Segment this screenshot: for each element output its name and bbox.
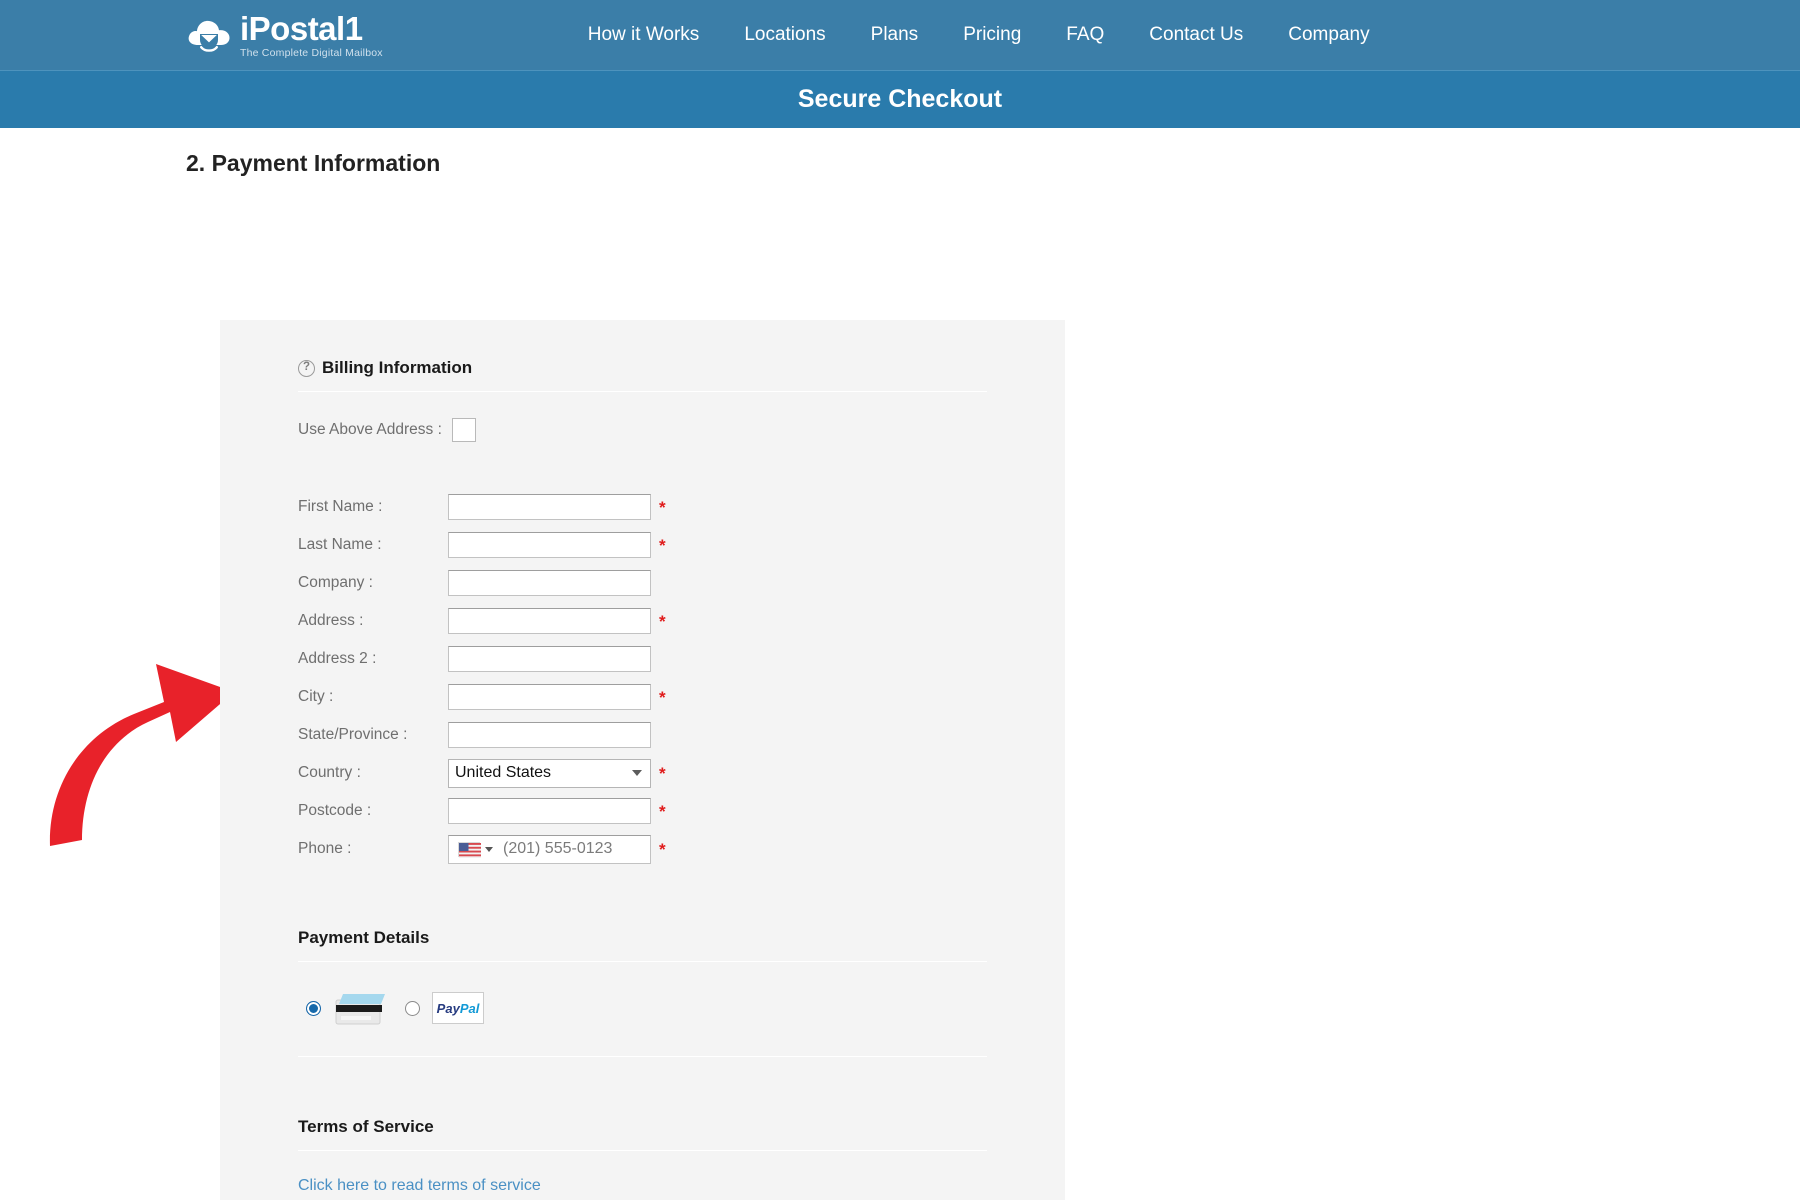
payment-method-paypal-radio[interactable] [405, 1000, 420, 1016]
phone-required-marker: * [659, 839, 666, 859]
phone-input-group: (201) 555-0123 [448, 834, 651, 864]
field-row-first-name: First Name : * [298, 488, 987, 526]
nav-item-pricing[interactable]: Pricing [963, 24, 1021, 46]
last-name-label: Last Name : [298, 536, 382, 553]
field-row-address: Address : * [298, 602, 987, 640]
paypal-label: PayPal [437, 1001, 480, 1016]
site-logo[interactable]: iPostal1 The Complete Digital Mailbox [186, 12, 383, 59]
logo-wordmark: iPostal1 [240, 9, 363, 47]
credit-card-icon[interactable] [331, 990, 389, 1026]
postcode-label: Postcode : [298, 802, 372, 819]
field-row-postcode: Postcode : * [298, 792, 987, 830]
primary-nav-links: How it Works Locations Plans Pricing FAQ… [588, 24, 1370, 46]
field-row-state-province: State/Province : * [298, 716, 987, 754]
paypal-label-pay: Pay [436, 1000, 460, 1016]
terms-of-service-heading: Terms of Service [298, 1117, 434, 1136]
payment-method-credit-card-radio[interactable] [306, 1000, 321, 1016]
state-province-input[interactable] [448, 722, 651, 748]
secure-checkout-title: Secure Checkout [797, 85, 1003, 113]
nav-item-plans[interactable]: Plans [871, 24, 919, 46]
postcode-input[interactable] [448, 798, 651, 824]
paypal-logo-icon[interactable]: PayPal [432, 992, 484, 1024]
last-name-input[interactable] [448, 532, 651, 558]
nav-item-company[interactable]: Company [1288, 24, 1369, 46]
country-select[interactable]: United States [448, 758, 651, 788]
phone-input-placeholder[interactable]: (201) 555-0123 [500, 840, 612, 858]
logo-text: iPostal1 The Complete Digital Mailbox [240, 12, 383, 59]
use-above-address-row: Use Above Address : [298, 418, 987, 442]
address-input[interactable] [448, 608, 651, 634]
address-2-input[interactable] [448, 646, 651, 672]
company-label: Company : [298, 574, 373, 591]
top-navigation-bar: iPostal1 The Complete Digital Mailbox Ho… [0, 0, 1800, 70]
payment-details-heading: Payment Details [298, 928, 430, 947]
nav-item-contact-us[interactable]: Contact Us [1149, 24, 1243, 46]
nav-item-locations[interactable]: Locations [744, 24, 825, 46]
billing-heading-divider [298, 391, 987, 392]
payment-details-section: Payment Details PayPal [298, 928, 987, 1057]
billing-information-heading: ? Billing Information [298, 358, 987, 391]
field-row-city: City : * [298, 678, 987, 716]
address-required-marker: * [659, 611, 666, 631]
country-required-marker: * [659, 763, 666, 783]
company-input[interactable] [448, 570, 651, 596]
first-name-required-marker: * [659, 497, 666, 517]
us-flag-icon [458, 841, 481, 858]
country-label: Country : [298, 764, 361, 781]
phone-country-chevron-icon [485, 846, 493, 852]
address-2-label: Address 2 : [298, 650, 377, 667]
secure-checkout-banner: Secure Checkout [0, 70, 1800, 128]
payment-options-divider [298, 1056, 987, 1057]
first-name-label: First Name : [298, 498, 383, 515]
field-row-company: Company : * [298, 564, 987, 602]
phone-country-selector[interactable] [449, 836, 500, 863]
payment-information-panel: ? Billing Information Use Above Address … [220, 320, 1065, 1200]
logo-tagline: The Complete Digital Mailbox [240, 46, 383, 59]
payment-method-options: PayPal [298, 962, 987, 1056]
field-row-phone: Phone : (201) 555-0123 * [298, 830, 987, 868]
field-row-country: Country : United States * [298, 754, 987, 792]
billing-information-label: Billing Information [322, 358, 473, 377]
nav-item-faq[interactable]: FAQ [1066, 24, 1104, 46]
state-province-label: State/Province : [298, 726, 408, 743]
field-row-address-2: Address 2 : * [298, 640, 987, 678]
page-title: 2. Payment Information [186, 150, 441, 176]
city-required-marker: * [659, 687, 666, 707]
cloud-mail-logo-icon [186, 15, 232, 55]
use-above-address-label: Use Above Address : [298, 421, 442, 438]
page-content: 2. Payment Information ? Billing Informa… [0, 128, 1800, 1200]
use-above-address-checkbox[interactable] [451, 418, 476, 442]
paypal-label-pal: Pal [459, 1000, 480, 1016]
city-input[interactable] [448, 684, 651, 710]
read-terms-link[interactable]: Click here to read terms of service [298, 1177, 541, 1195]
first-name-input[interactable] [448, 494, 651, 520]
postcode-required-marker: * [659, 801, 666, 821]
country-select-wrapper[interactable]: United States [448, 758, 651, 788]
terms-heading-divider [298, 1150, 987, 1151]
chevron-down-icon [632, 770, 642, 776]
field-row-last-name: Last Name : * [298, 526, 987, 564]
help-question-icon[interactable]: ? [298, 359, 315, 377]
last-name-required-marker: * [659, 535, 666, 555]
city-label: City : [298, 688, 334, 705]
terms-of-service-section: Terms of Service Click here to read term… [298, 1117, 987, 1200]
address-label: Address : [298, 612, 364, 629]
nav-item-how-it-works[interactable]: How it Works [588, 24, 700, 46]
phone-label: Phone : [298, 840, 352, 857]
